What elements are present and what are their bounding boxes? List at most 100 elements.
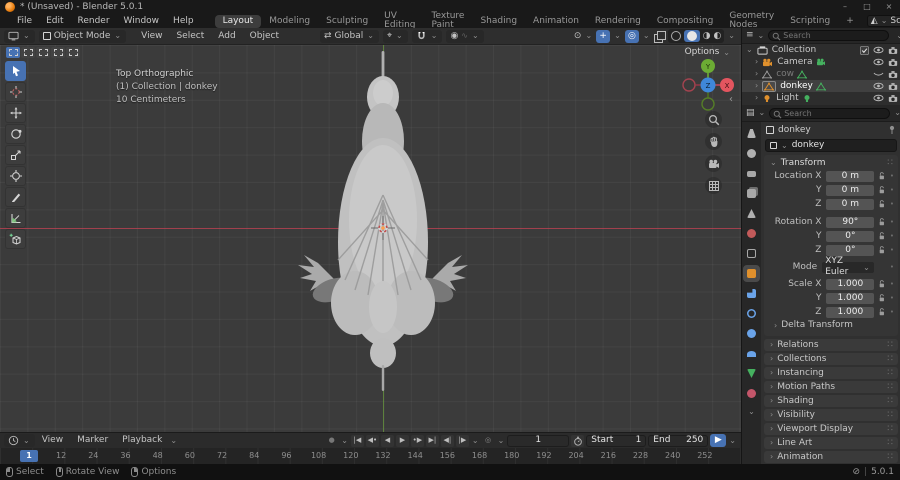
tab-scene[interactable] [746,208,757,219]
chevron-down-icon[interactable]: ⌄ [498,437,505,445]
editor-type-button[interactable]: ⌄ [4,30,35,43]
tab-constraints[interactable] [746,348,757,359]
checkbox-icon[interactable] [860,46,869,55]
scene-selector[interactable]: ◭ ⌄ Scene × [867,15,900,27]
tab-collection[interactable] [746,248,757,259]
viewport-3d[interactable]: Top Orthographic (1) Collection | donkey… [0,45,741,432]
outliner-row-camera[interactable]: › Camera [742,56,900,68]
chevron-down-icon[interactable]: ⌄ [170,437,177,445]
annotate-tool[interactable] [5,187,26,207]
move-tool[interactable] [5,103,26,123]
panel-line-art[interactable]: ›Line Art∷ [764,437,898,449]
select-mode-extend[interactable] [21,47,35,58]
rotation-mode-select[interactable]: XYZ Euler⌄ [822,262,874,273]
chevron-down-icon[interactable]: ⌄ [472,437,479,445]
workspace-tab-animation[interactable]: Animation [525,15,587,28]
rotation-y-field[interactable]: 0° [826,231,874,242]
lock-icon[interactable] [878,245,886,255]
chevron-down-icon[interactable]: ⌄ [723,49,730,57]
rotation-z-field[interactable]: 0° [826,245,874,256]
lock-icon[interactable] [878,185,886,195]
select-mode-invert[interactable] [51,47,65,58]
proportional-editing-controls[interactable]: ◉ ∿ ⌄ [446,30,483,43]
workspace-tab-modeling[interactable]: Modeling [261,15,318,28]
workspace-tab-sculpting[interactable]: Sculpting [318,15,376,28]
expand-icon[interactable]: › [755,70,758,78]
shading-solid-button[interactable] [684,30,700,42]
scale-z-field[interactable]: 1.000 [826,307,874,318]
panel-visibility[interactable]: ›Visibility∷ [764,409,898,421]
xray-toggle[interactable] [654,31,665,42]
shading-rendered-button[interactable]: ◐ [713,32,721,41]
select-mode-subtract[interactable] [36,47,50,58]
workspace-tab-rendering[interactable]: Rendering [587,15,649,28]
viewport-menu-select[interactable]: Select [169,32,211,41]
viewport-menu-view[interactable]: View [134,32,169,41]
drag-handle-icon[interactable]: ∷ [887,439,893,448]
scene-name[interactable]: Scene [890,17,900,26]
chevron-down-icon[interactable]: ⌄ [729,437,736,445]
select-box-tool[interactable] [5,61,26,81]
zoom-button[interactable] [705,111,722,128]
chevron-down-icon[interactable]: ⌄ [758,32,765,40]
perspective-toggle-button[interactable] [705,177,722,194]
chevron-down-icon[interactable]: ⌄ [759,109,766,117]
animate-dot[interactable]: • [890,247,894,254]
scale-y-field[interactable]: 1.000 [826,293,874,304]
chevron-down-icon[interactable]: ⌄ [614,32,621,40]
panel-expand-icon[interactable]: ⌄ [770,159,777,167]
location-x-field[interactable]: 0 m [826,171,874,182]
drag-handle-icon[interactable]: ∷ [887,397,893,406]
lock-icon[interactable] [878,217,886,227]
tab-view-layer[interactable] [746,188,757,199]
next-keyframe-button[interactable]: •▶ [411,435,424,447]
workspace-tab-layout[interactable]: Layout [215,15,262,28]
select-mode-set[interactable] [6,47,20,58]
panel-motion-paths[interactable]: ›Motion Paths∷ [764,381,898,393]
drag-handle-icon[interactable]: ∷ [887,425,893,434]
expand-icon[interactable]: › [755,58,758,66]
tab-object[interactable] [746,268,757,279]
eye-icon[interactable] [873,94,884,102]
delta-transform-panel[interactable]: › Delta Transform [764,319,898,332]
add-workspace-button[interactable]: + [838,15,862,28]
panel-instancing[interactable]: ›Instancing∷ [764,367,898,379]
lock-icon[interactable] [878,307,886,317]
tab-particles[interactable] [746,308,757,319]
menu-help[interactable]: Help [166,17,201,26]
location-y-field[interactable]: 0 m [826,185,874,196]
outliner-row-cow[interactable]: › cow [742,68,900,80]
eye-icon[interactable] [873,46,884,54]
lock-icon[interactable] [878,279,886,289]
expand-icon[interactable]: › [755,94,758,102]
breadcrumb-object[interactable]: donkey [778,126,811,135]
snapping-controls[interactable]: ⌄ [412,30,443,43]
keying-set-button[interactable]: ◎ [482,435,495,447]
timeline-menu-playback[interactable]: Playback [115,436,169,445]
shading-wireframe-button[interactable] [671,31,681,41]
falloff-icon[interactable]: ∿ [461,32,468,40]
options-chevron-icon[interactable]: ⌄ [894,109,900,117]
current-frame-field[interactable]: 1 [507,435,569,447]
auto-keying-button[interactable]: ● [325,435,338,447]
object-name-value[interactable]: donkey [792,141,825,150]
lock-icon[interactable] [878,199,886,209]
outliner-editor-icon[interactable]: ≡ [746,31,754,40]
lock-icon[interactable] [878,231,886,241]
panel-relations[interactable]: ›Relations∷ [764,339,898,351]
tab-tool[interactable] [746,128,757,139]
panel-expand-icon[interactable]: › [774,322,777,330]
select-mode-intersect[interactable] [66,47,80,58]
eye-icon[interactable] [873,82,884,90]
proportional-editing-icon[interactable]: ◉ [450,32,458,41]
drag-handle-icon[interactable]: ∷ [887,159,893,168]
object-type-visibility-icon[interactable]: ⊙ [574,32,582,41]
tab-render[interactable] [746,148,757,159]
drag-handle-icon[interactable]: ∷ [887,453,893,462]
measure-tool[interactable] [5,208,26,228]
frame-start-field[interactable]: Start 1 [586,435,646,447]
current-frame-indicator[interactable]: 1 [20,450,38,462]
outliner-row-collection[interactable]: ⌄ Collection [742,44,900,56]
animate-dot[interactable]: • [890,264,894,271]
lock-icon[interactable] [878,293,886,303]
